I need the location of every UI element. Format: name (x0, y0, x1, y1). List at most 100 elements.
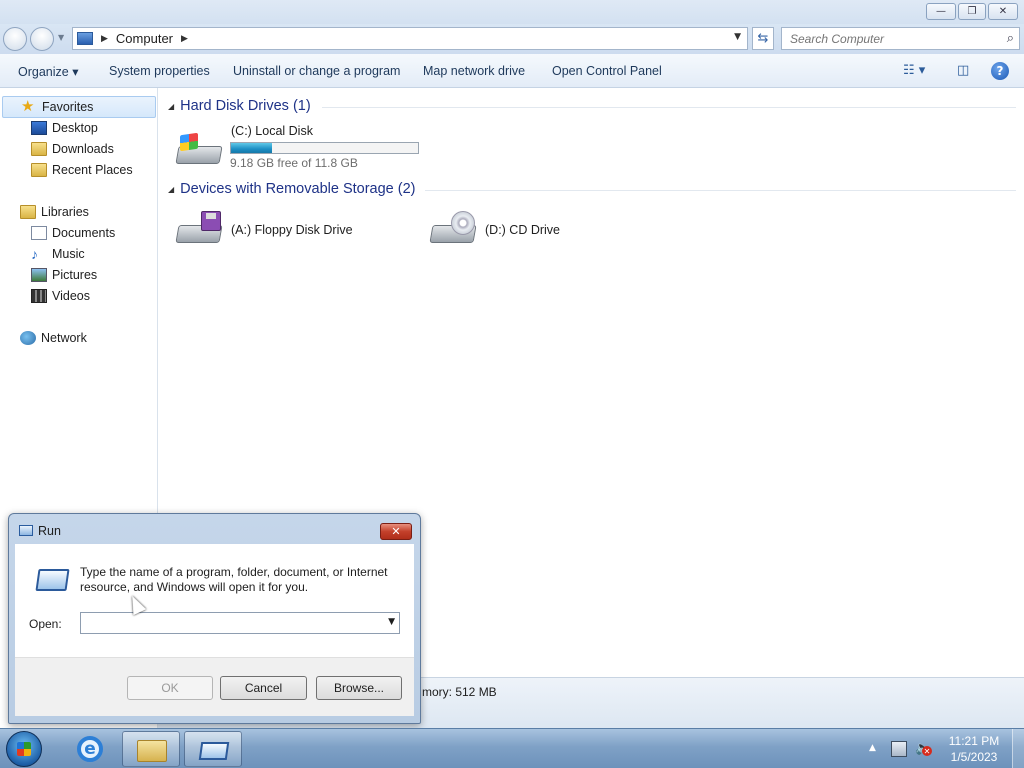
hard-disk-drive-icon[interactable] (175, 132, 223, 166)
address-dropdown-icon[interactable]: ▼ (734, 32, 741, 42)
nav-videos[interactable]: Videos (31, 289, 90, 303)
cd-drive-label[interactable]: (D:) CD Drive (485, 223, 560, 237)
start-button[interactable] (6, 731, 42, 767)
nav-label: Downloads (52, 142, 114, 156)
organize-menu[interactable]: Organize ▾ (18, 64, 78, 79)
group-title: Hard Disk Drives (1) (180, 98, 311, 114)
preview-pane-icon[interactable]: ◫ (957, 63, 969, 78)
group-title: Devices with Removable Storage (2) (180, 181, 416, 197)
close-button[interactable]: ✕ (988, 3, 1018, 20)
network-tray-icon[interactable] (891, 741, 907, 757)
restore-button[interactable]: ❐ (958, 3, 986, 20)
open-label: Open: (29, 617, 62, 631)
open-combobox[interactable]: ▼ (80, 612, 400, 634)
search-icon[interactable]: ⌕ (1007, 31, 1014, 46)
disk-capacity-bar (230, 142, 419, 154)
floppy-drive-label[interactable]: (A:) Floppy Disk Drive (231, 223, 353, 237)
show-hidden-icons-icon[interactable]: ▲ (869, 743, 876, 753)
run-dialog-title: Run (38, 524, 61, 538)
command-toolbar: Organize ▾ System properties Uninstall o… (0, 54, 1024, 88)
group-divider (322, 107, 1016, 108)
film-strip-icon (31, 289, 47, 303)
nav-label: Libraries (41, 205, 89, 219)
collapse-triangle-icon[interactable]: ◢ (168, 102, 174, 111)
floppy-drive-icon[interactable] (175, 211, 223, 245)
system-clock[interactable]: 11:21 PM 1/5/2023 (944, 733, 1004, 765)
run-dialog: Run ✕ Type the name of a program, folder… (8, 513, 421, 724)
group-divider (425, 190, 1016, 191)
local-disk-label[interactable]: (C:) Local Disk (231, 124, 313, 138)
memory-info: mory: 512 MB (422, 685, 497, 699)
group-header-removable-storage[interactable]: ◢ Devices with Removable Storage (2) (168, 181, 415, 197)
open-input[interactable] (81, 613, 371, 633)
open-control-panel-button[interactable]: Open Control Panel (552, 64, 662, 78)
collapse-triangle-icon[interactable]: ◢ (168, 185, 174, 194)
breadcrumb-computer[interactable]: Computer (116, 31, 173, 46)
downloads-folder-icon (31, 142, 47, 156)
group-header-hard-disk-drives[interactable]: ◢ Hard Disk Drives (1) (168, 98, 311, 114)
address-bar[interactable]: ▶ Computer ▶ ▼ (72, 27, 748, 50)
nav-downloads[interactable]: Downloads (31, 142, 114, 156)
star-icon: ★ (21, 98, 35, 115)
forward-button[interactable] (30, 27, 54, 51)
run-button-bar: OK Cancel Browse... (15, 657, 414, 716)
nav-label: Videos (52, 289, 90, 303)
folder-icon (137, 740, 167, 762)
desktop-icon (31, 121, 47, 135)
volume-muted-icon[interactable]: 🔈✕ (915, 741, 932, 757)
libraries-icon (20, 205, 36, 219)
run-program-icon (35, 569, 70, 591)
search-input[interactable] (790, 31, 990, 46)
run-dialog-body: Type the name of a program, folder, docu… (15, 544, 414, 716)
documents-icon (31, 226, 47, 240)
recent-pages-dropdown[interactable]: ▼ (58, 33, 64, 42)
clock-time: 11:21 PM (948, 734, 1000, 748)
search-box[interactable]: ⌕ (781, 27, 1020, 50)
minimize-button[interactable]: — (926, 3, 956, 20)
show-desktop-button[interactable] (1012, 729, 1024, 768)
taskbar-windows-explorer[interactable] (122, 731, 180, 767)
breadcrumb-arrow-icon[interactable]: ▶ (101, 34, 108, 44)
run-close-button[interactable]: ✕ (380, 523, 412, 540)
system-properties-button[interactable]: System properties (109, 64, 210, 78)
run-icon (19, 525, 33, 536)
nav-label: Music (52, 247, 85, 261)
nav-favorites[interactable]: ★ Favorites (2, 96, 156, 118)
nav-network[interactable]: Network (20, 331, 87, 345)
taskbar-internet-explorer[interactable]: e (61, 731, 119, 767)
nav-music[interactable]: ♪ Music (31, 247, 85, 261)
back-button[interactable] (3, 27, 27, 51)
nav-label: Favorites (42, 100, 94, 114)
cancel-button[interactable]: Cancel (220, 676, 307, 700)
nav-libraries[interactable]: Libraries (20, 205, 89, 219)
nav-recent-places[interactable]: Recent Places (31, 163, 133, 177)
nav-documents[interactable]: Documents (31, 226, 115, 240)
clock-date: 1/5/2023 (950, 750, 998, 764)
taskbar-run[interactable] (184, 731, 242, 767)
breadcrumb-arrow-icon[interactable]: ▶ (181, 34, 188, 44)
taskbar: e ▲ 🔈✕ 11:21 PM 1/5/2023 (0, 728, 1024, 768)
view-options-icon[interactable]: ☷ ▾ (903, 63, 925, 78)
ok-button[interactable]: OK (127, 676, 213, 700)
map-network-drive-button[interactable]: Map network drive (423, 64, 525, 78)
recent-places-icon (31, 163, 47, 177)
nav-label: Network (41, 331, 87, 345)
pictures-icon (31, 268, 47, 282)
chevron-down-icon[interactable]: ▼ (388, 617, 395, 627)
uninstall-program-button[interactable]: Uninstall or change a program (233, 64, 400, 78)
refresh-button[interactable]: ⇆ (752, 27, 774, 50)
computer-icon (77, 32, 93, 45)
window-titlebar: — ❐ ✕ (0, 0, 1024, 24)
run-description: Type the name of a program, folder, docu… (80, 565, 388, 594)
cd-drive-icon[interactable] (429, 211, 477, 245)
disk-free-space: 9.18 GB free of 11.8 GB (230, 156, 358, 170)
nav-label: Desktop (52, 121, 98, 135)
music-note-icon: ♪ (31, 246, 38, 262)
nav-pictures[interactable]: Pictures (31, 268, 97, 282)
help-icon[interactable]: ? (991, 62, 1009, 80)
network-globe-icon (20, 331, 36, 345)
nav-desktop[interactable]: Desktop (31, 121, 98, 135)
run-icon (198, 742, 230, 760)
address-row: ▼ ▶ Computer ▶ ▼ ⇆ ⌕ (0, 24, 1024, 54)
browse-button[interactable]: Browse... (316, 676, 402, 700)
